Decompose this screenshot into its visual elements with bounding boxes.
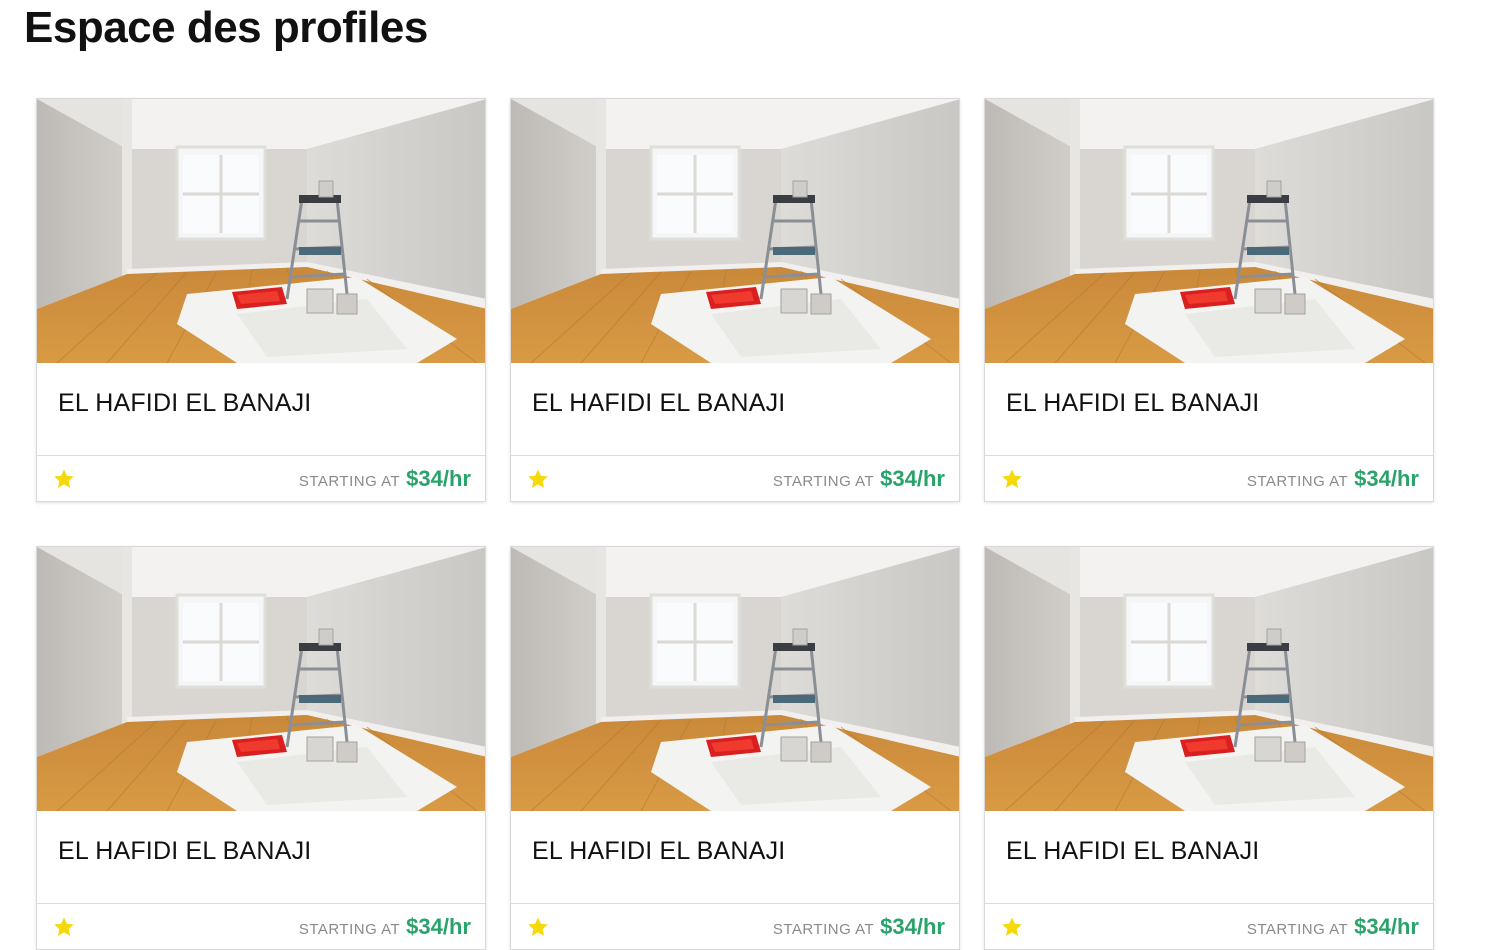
price-label: STARTING AT [772,921,875,938]
price-value: $34/hr [1354,466,1419,491]
star-icon [528,469,548,488]
profile-grid: EL HAFIDI EL BANAJI STARTING AT $34/hr E… [36,98,1434,950]
price-label: STARTING AT [298,473,401,490]
profile-card[interactable]: EL HAFIDI EL BANAJI STARTING AT $34/hr [36,98,486,502]
price-value: $34/hr [880,466,945,491]
profile-name: EL HAFIDI EL BANAJI [1006,389,1260,417]
profile-card[interactable]: EL HAFIDI EL BANAJI STARTING AT $34/hr [510,546,960,950]
price-label: STARTING AT [1246,473,1349,490]
room-photo [37,547,485,811]
card-footer: STARTING AT $34/hr [511,904,959,949]
room-photo [37,99,485,363]
price: STARTING AT $34/hr [1247,466,1419,492]
profile-card[interactable]: EL HAFIDI EL BANAJI STARTING AT $34/hr [510,98,960,502]
profile-name: EL HAFIDI EL BANAJI [58,837,312,865]
price-value: $34/hr [880,914,945,939]
profile-name: EL HAFIDI EL BANAJI [532,389,786,417]
card-footer: STARTING AT $34/hr [985,904,1433,949]
star-icon [54,469,74,488]
room-photo [985,547,1433,811]
star-icon [1002,917,1022,936]
star-icon [1002,469,1022,488]
price: STARTING AT $34/hr [773,914,945,940]
room-photo [985,99,1433,363]
profile-card[interactable]: EL HAFIDI EL BANAJI STARTING AT $34/hr [984,98,1434,502]
card-body: EL HAFIDI EL BANAJI [985,811,1433,904]
room-photo [511,547,959,811]
card-footer: STARTING AT $34/hr [37,456,485,501]
room-photo [511,99,959,363]
card-footer: STARTING AT $34/hr [511,456,959,501]
card-footer: STARTING AT $34/hr [985,456,1433,501]
price-label: STARTING AT [772,473,875,490]
profile-card[interactable]: EL HAFIDI EL BANAJI STARTING AT $34/hr [984,546,1434,950]
star-icon [528,917,548,936]
card-body: EL HAFIDI EL BANAJI [37,363,485,456]
price-value: $34/hr [406,466,471,491]
card-body: EL HAFIDI EL BANAJI [511,363,959,456]
star-icon [54,917,74,936]
price-value: $34/hr [1354,914,1419,939]
price-label: STARTING AT [298,921,401,938]
page-title: Espace des profiles [24,3,428,52]
card-body: EL HAFIDI EL BANAJI [37,811,485,904]
profile-card[interactable]: EL HAFIDI EL BANAJI STARTING AT $34/hr [36,546,486,950]
card-body: EL HAFIDI EL BANAJI [511,811,959,904]
card-footer: STARTING AT $34/hr [37,904,485,949]
profile-name: EL HAFIDI EL BANAJI [532,837,786,865]
card-body: EL HAFIDI EL BANAJI [985,363,1433,456]
price: STARTING AT $34/hr [299,466,471,492]
profile-name: EL HAFIDI EL BANAJI [58,389,312,417]
price-value: $34/hr [406,914,471,939]
price: STARTING AT $34/hr [1247,914,1419,940]
price: STARTING AT $34/hr [773,466,945,492]
price: STARTING AT $34/hr [299,914,471,940]
profile-name: EL HAFIDI EL BANAJI [1006,837,1260,865]
price-label: STARTING AT [1246,921,1349,938]
